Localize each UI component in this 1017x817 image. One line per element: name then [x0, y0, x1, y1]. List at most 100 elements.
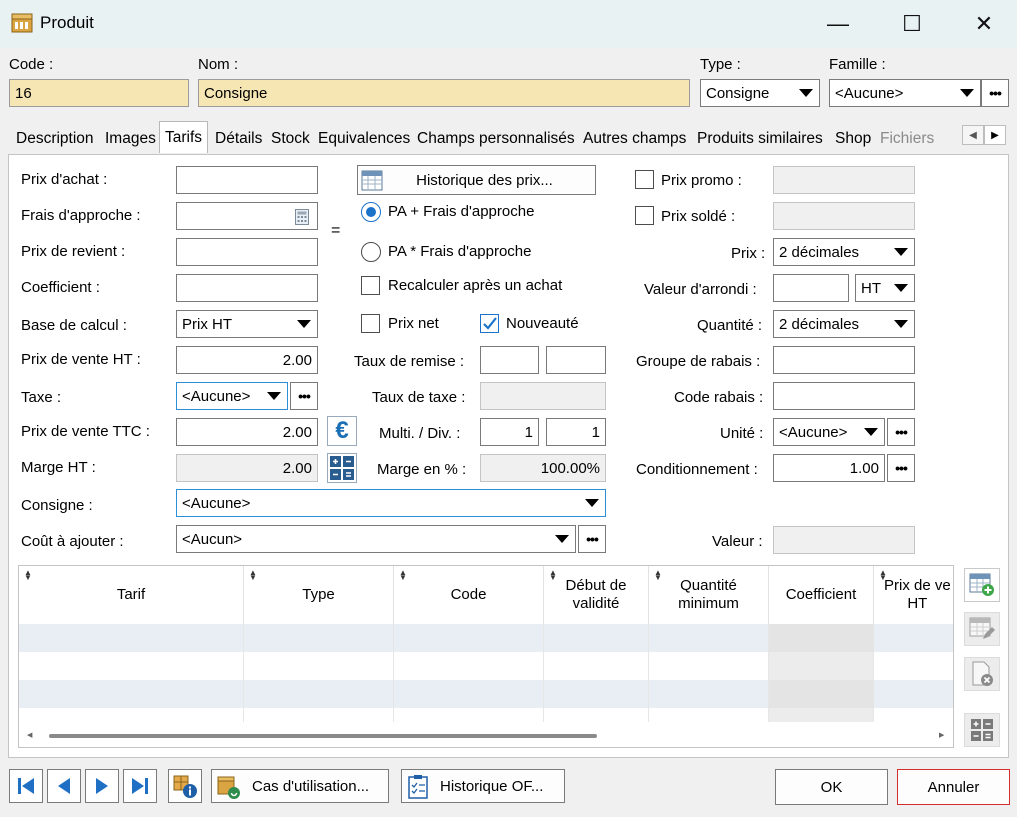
add-row-button[interactable]: [964, 568, 1000, 602]
col-header-type[interactable]: ▲ ▼ Type: [244, 566, 394, 624]
code-rabais-input[interactable]: [773, 382, 915, 410]
sort-icon[interactable]: ▲ ▼: [399, 569, 407, 582]
skip-first-icon: [18, 778, 34, 794]
delete-row-button[interactable]: [964, 657, 1000, 691]
tab-fichiers[interactable]: Fichiers: [880, 124, 936, 154]
scroll-right-icon[interactable]: ▶: [939, 731, 944, 739]
quantite-decimales-dropdown[interactable]: 2 décimales: [773, 310, 915, 338]
euro-icon[interactable]: €: [327, 416, 357, 446]
tab-produits-similaires[interactable]: Produits similaires: [697, 124, 823, 154]
info-button[interactable]: [168, 769, 202, 803]
col-header-tarif[interactable]: ▲ ▼ Tarif: [19, 566, 244, 624]
prix-net-checkbox[interactable]: [361, 314, 380, 333]
edit-row-button[interactable]: [964, 612, 1000, 646]
taux-remise-input-2[interactable]: [546, 346, 606, 374]
quantite-decimales-label: Quantité :: [697, 317, 763, 334]
coefficient-input[interactable]: [176, 274, 318, 302]
pv-ttc-input[interactable]: 2.00: [176, 418, 318, 446]
close-button[interactable]: ✕: [964, 8, 1004, 40]
valeur-arrondi-input[interactable]: [773, 274, 849, 302]
horizontal-scrollbar[interactable]: ◀ ▶: [19, 726, 953, 746]
first-record-button[interactable]: [9, 769, 43, 803]
tab-shop[interactable]: Shop: [835, 124, 871, 154]
scrollbar-thumb[interactable]: [49, 734, 597, 738]
table-row[interactable]: [19, 708, 953, 722]
radio-pa-mult-frais[interactable]: [361, 242, 381, 262]
base-calcul-value: Prix HT: [182, 315, 232, 333]
famille-more-button[interactable]: •••: [981, 79, 1009, 107]
col-header-coefficient[interactable]: Coefficient: [769, 566, 874, 624]
col-header-debut-validite[interactable]: ▲ ▼ Début de validité: [544, 566, 649, 624]
prix-decimales-dropdown[interactable]: 2 décimales: [773, 238, 915, 266]
prix-promo-checkbox[interactable]: [635, 170, 654, 189]
historique-prix-button[interactable]: Historique des prix...: [357, 165, 596, 195]
consigne-dropdown[interactable]: <Aucune>: [176, 489, 606, 517]
calculate-button[interactable]: [964, 713, 1000, 747]
valeur-field: [773, 526, 915, 554]
minimize-button[interactable]: —: [818, 8, 858, 40]
cout-dropdown[interactable]: <Aucun>: [176, 525, 576, 553]
col-header-quantite-minimum[interactable]: ▲ ▼ Quantité minimum: [649, 566, 769, 624]
calculator-icon[interactable]: [327, 453, 357, 483]
prix-solde-checkbox[interactable]: [635, 206, 654, 225]
tab-stock[interactable]: Stock: [271, 124, 310, 154]
sort-icon[interactable]: ▲ ▼: [879, 569, 887, 582]
maximize-button[interactable]: ☐: [892, 8, 932, 40]
table-edit-icon: [969, 617, 995, 639]
pv-ht-input[interactable]: 2.00: [176, 346, 318, 374]
ok-button[interactable]: OK: [775, 769, 888, 805]
calculator-icon[interactable]: [295, 209, 309, 225]
table-row[interactable]: [19, 680, 953, 708]
tab-tarifs[interactable]: Tarifs: [159, 121, 209, 153]
recalculer-checkbox[interactable]: [361, 276, 380, 295]
scroll-left-icon[interactable]: ◀: [27, 731, 32, 739]
groupe-rabais-input[interactable]: [773, 346, 915, 374]
sort-icon[interactable]: ▲ ▼: [549, 569, 557, 582]
prix-decimales-value: 2 décimales: [779, 243, 860, 261]
consigne-value: <Aucune>: [182, 494, 251, 512]
historique-of-button[interactable]: Historique OF...: [401, 769, 565, 803]
col-header-code[interactable]: ▲ ▼ Code: [394, 566, 544, 624]
nom-field[interactable]: Consigne: [198, 79, 690, 107]
taux-remise-input-1[interactable]: [480, 346, 539, 374]
sort-icon[interactable]: ▲ ▼: [654, 569, 662, 582]
table-row[interactable]: [19, 652, 953, 680]
last-record-button[interactable]: [123, 769, 157, 803]
nouveaute-checkbox[interactable]: [480, 314, 499, 333]
next-record-button[interactable]: [85, 769, 119, 803]
conditionnement-input[interactable]: 1.00: [773, 454, 885, 482]
taxe-more-button[interactable]: •••: [290, 382, 318, 410]
arrondi-mode-dropdown[interactable]: HT: [855, 274, 915, 302]
tab-champs-personnalises[interactable]: Champs personnalisés: [417, 124, 575, 154]
famille-dropdown[interactable]: <Aucune>: [829, 79, 981, 107]
table-row[interactable]: [19, 624, 953, 652]
unite-dropdown[interactable]: <Aucune>: [773, 418, 885, 446]
type-dropdown[interactable]: Consigne: [700, 79, 820, 107]
div-input[interactable]: 1: [546, 418, 606, 446]
tab-images[interactable]: Images: [105, 124, 156, 154]
sort-icon[interactable]: ▲ ▼: [249, 569, 257, 582]
tab-scroll-right-icon[interactable]: ▶: [984, 125, 1006, 145]
sort-icon[interactable]: ▲ ▼: [24, 569, 32, 582]
col-header-prix-vente-ht[interactable]: ▲ ▼ Prix de ve HT: [874, 566, 953, 624]
tab-autres-champs[interactable]: Autres champs: [583, 124, 686, 154]
tab-description[interactable]: Description: [16, 124, 94, 154]
tab-details[interactable]: Détails: [215, 124, 262, 154]
unite-more-button[interactable]: •••: [887, 418, 915, 446]
radio-pa-plus-frais[interactable]: [361, 202, 381, 222]
tab-equivalences[interactable]: Equivalences: [318, 124, 410, 154]
code-field[interactable]: 16: [9, 79, 189, 107]
previous-record-button[interactable]: [47, 769, 81, 803]
cancel-button[interactable]: Annuler: [897, 769, 1010, 805]
prix-achat-input[interactable]: [176, 166, 318, 194]
frais-approche-input[interactable]: [176, 202, 318, 230]
base-calcul-dropdown[interactable]: Prix HT: [176, 310, 318, 338]
cas-utilisation-button[interactable]: Cas d'utilisation...: [211, 769, 389, 803]
taxe-dropdown[interactable]: <Aucune>: [176, 382, 288, 410]
cout-more-button[interactable]: •••: [578, 525, 606, 553]
tab-scroll-left-icon[interactable]: ◀: [962, 125, 984, 145]
multi-input[interactable]: 1: [480, 418, 539, 446]
conditionnement-more-button[interactable]: •••: [887, 454, 915, 482]
tarifs-table[interactable]: ▲ ▼ Tarif ▲ ▼ Type ▲ ▼ Code ▲ ▼ Début de vali…: [18, 565, 954, 748]
prix-revient-input[interactable]: [176, 238, 318, 266]
